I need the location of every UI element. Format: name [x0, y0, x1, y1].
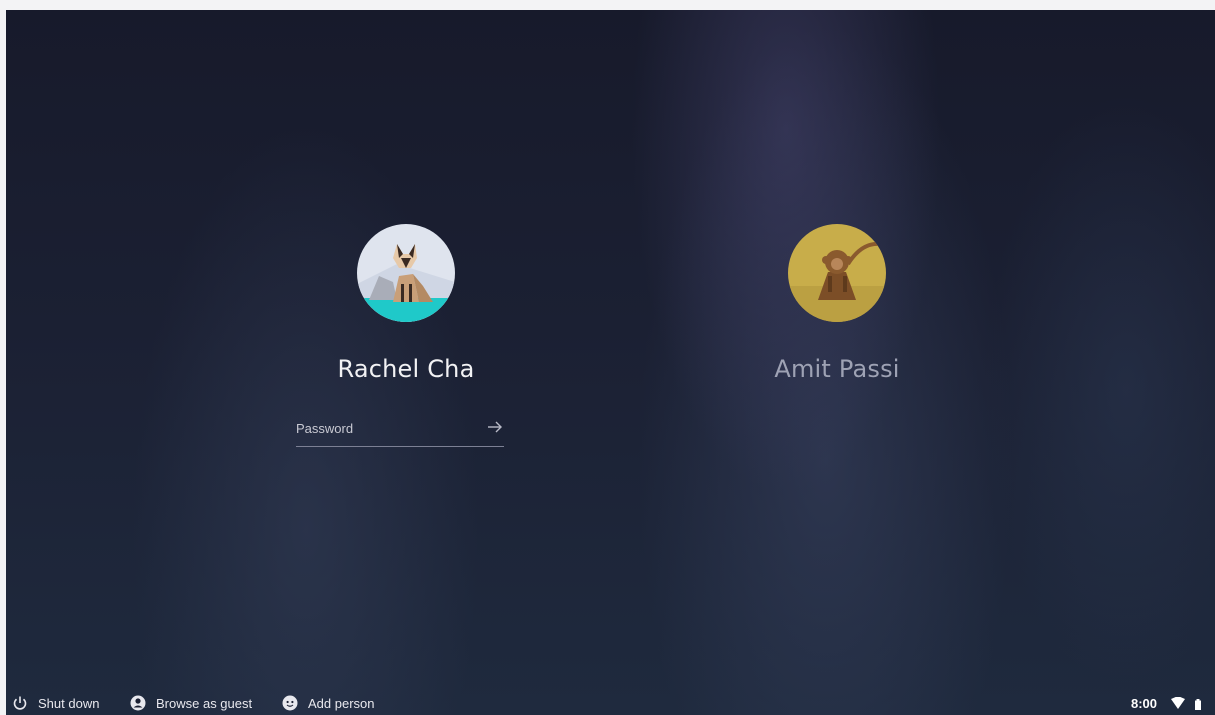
window-frame: Rachel Cha Amit Passi Shut down Browse a…: [0, 0, 1215, 715]
cat-avatar-icon[interactable]: [357, 224, 455, 322]
add-person-icon: [282, 695, 298, 711]
shutdown-button[interactable]: Shut down: [12, 694, 99, 712]
add-person-label: Add person: [308, 695, 375, 711]
user-name: Amit Passi: [774, 355, 900, 383]
submit-arrow-icon[interactable]: [486, 418, 504, 436]
add-person-button[interactable]: Add person: [282, 694, 375, 712]
status-tray[interactable]: 8:00: [1131, 694, 1201, 712]
password-field-row: [296, 414, 504, 447]
wifi-icon: [1171, 696, 1185, 709]
user-pod-rachel[interactable]: Rachel Cha: [256, 224, 556, 383]
user-name: Rachel Cha: [337, 355, 475, 383]
browse-as-guest-label: Browse as guest: [156, 695, 253, 711]
shutdown-label: Shut down: [38, 695, 100, 711]
browse-as-guest-button[interactable]: Browse as guest: [130, 694, 252, 712]
power-icon: [12, 695, 28, 711]
clock: 8:00: [1130, 695, 1157, 711]
battery-icon: [1195, 698, 1201, 710]
monkey-avatar-icon[interactable]: [788, 224, 886, 322]
password-input[interactable]: [296, 418, 476, 438]
login-screen: Rachel Cha Amit Passi Shut down Browse a…: [6, 10, 1215, 715]
user-pod-amit[interactable]: Amit Passi: [687, 224, 987, 383]
guest-icon: [130, 695, 146, 711]
login-shelf: Shut down Browse as guest Add person 8:0…: [6, 691, 1215, 715]
